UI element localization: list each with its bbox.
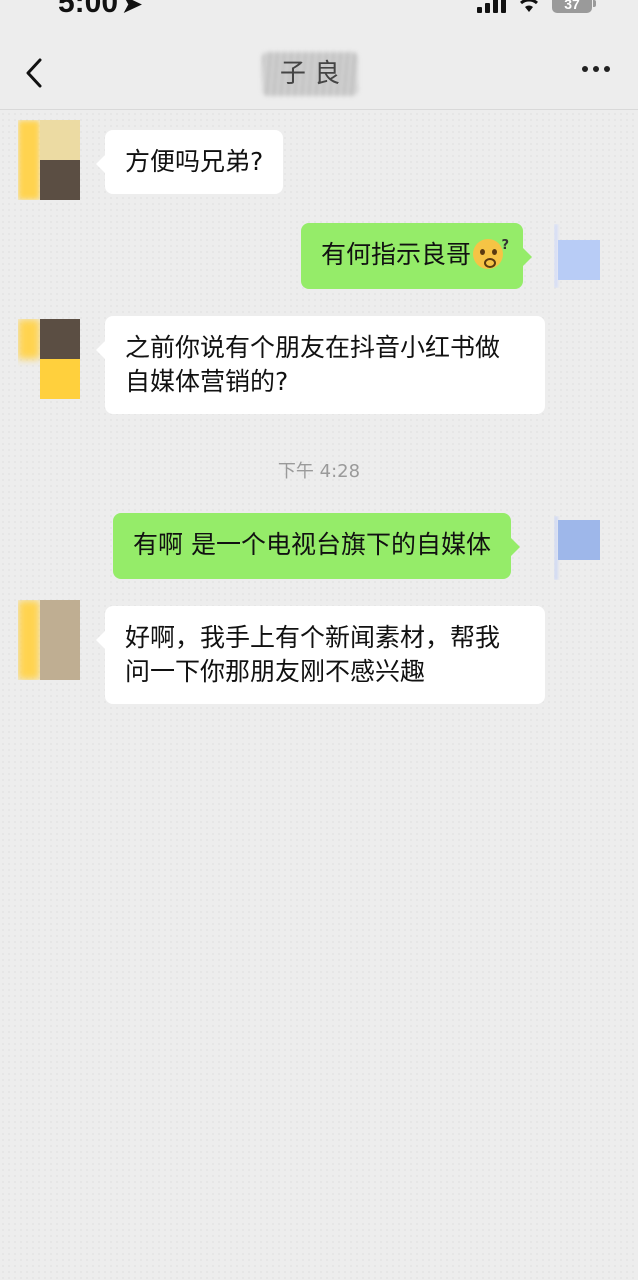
message-bubble-incoming[interactable]: 好啊，我手上有个新闻素材，帮我 问一下你那朋友刚不感兴趣: [96, 606, 545, 704]
more-options-button[interactable]: [582, 66, 610, 72]
status-icons: 37: [477, 0, 596, 13]
message-bubble-outgoing[interactable]: 有啊 是一个电视台旗下的自媒体: [113, 513, 520, 579]
thinking-face-icon: ?: [473, 238, 509, 269]
message-text-line: 好啊，我手上有个新闻素材，帮我: [125, 623, 501, 652]
message-text-line: 自媒体营销的?: [125, 367, 289, 396]
message-bubble-incoming[interactable]: 方便吗兄弟?: [95, 130, 284, 194]
message-list[interactable]: 方便吗兄弟? 有何指示良哥? 之前你说有个朋友在抖音小红书做 自媒体营销的? 下…: [0, 111, 638, 1280]
wifi-icon: [517, 0, 541, 12]
message-text: 有啊 是一个电视台旗下的自媒体: [133, 530, 491, 559]
chat-title-text: 子 良: [279, 59, 341, 89]
location-arrow-icon: ➤: [122, 0, 143, 18]
cellular-signal-icon: [477, 0, 506, 13]
contact-avatar[interactable]: [18, 120, 80, 200]
chat-header: 子 良: [0, 30, 638, 110]
more-dot-icon: [593, 66, 599, 72]
status-bar: 5:00 ➤ 37: [0, 0, 638, 30]
status-time: 5:00 ➤: [58, 0, 142, 20]
contact-avatar[interactable]: [18, 600, 80, 680]
chat-title: 子 良: [262, 52, 358, 96]
message-bubble-outgoing[interactable]: 有何指示良哥?: [301, 223, 533, 289]
more-dot-icon: [604, 66, 610, 72]
message-text: 方便吗兄弟?: [125, 147, 264, 176]
self-avatar[interactable]: [554, 516, 600, 580]
message-text-line: 之前你说有个朋友在抖音小红书做: [125, 333, 501, 362]
self-avatar[interactable]: [554, 224, 600, 288]
status-time-text: 5:00: [58, 0, 119, 19]
message-timestamp: 下午 4:28: [0, 457, 638, 483]
contact-avatar[interactable]: [18, 319, 80, 399]
message-text-line: 问一下你那朋友刚不感兴趣: [125, 657, 426, 686]
message-text: 有何指示良哥: [321, 240, 472, 269]
timestamp-text: 下午 4:28: [277, 461, 361, 482]
battery-level: 37: [564, 0, 580, 12]
back-button[interactable]: [22, 56, 48, 90]
more-dot-icon: [582, 66, 588, 72]
battery-icon: 37: [552, 0, 596, 13]
message-bubble-incoming[interactable]: 之前你说有个朋友在抖音小红书做 自媒体营销的?: [96, 316, 545, 414]
